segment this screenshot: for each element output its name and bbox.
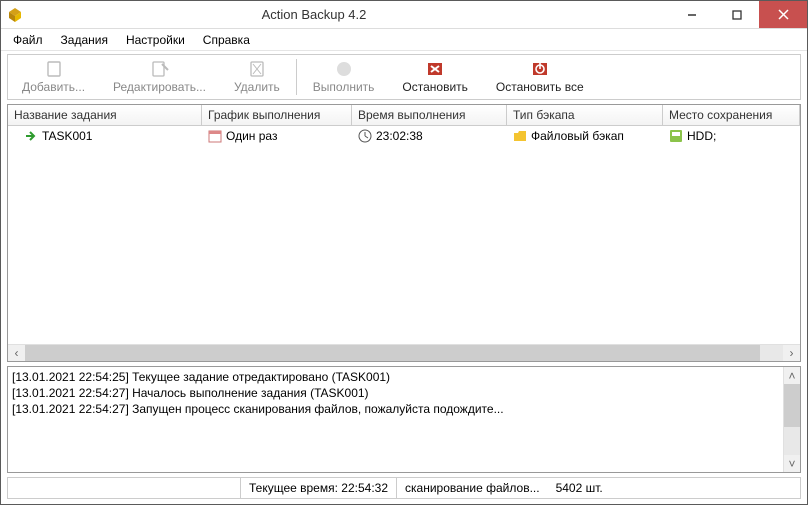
- title-bar: Action Backup 4.2: [1, 1, 807, 29]
- run-button[interactable]: Выполнить: [299, 55, 389, 99]
- toolbar: Добавить... Редактировать... Удалить Вып…: [7, 54, 801, 100]
- arrow-right-icon: [24, 129, 38, 143]
- col-type[interactable]: Тип бэкапа: [507, 105, 663, 125]
- log-line: [13.01.2021 22:54:25] Текущее задание от…: [12, 369, 796, 385]
- clock-icon: [358, 129, 372, 143]
- cell-time: 23:02:38: [376, 129, 423, 143]
- stop-all-label: Остановить все: [496, 80, 584, 94]
- table-body: TASK001 Один раз 23:02:38 Файловый бэкап…: [8, 126, 800, 344]
- menu-file[interactable]: Файл: [5, 31, 51, 49]
- col-name[interactable]: Название задания: [8, 105, 202, 125]
- col-schedule[interactable]: График выполнения: [202, 105, 352, 125]
- window-title: Action Backup 4.2: [29, 7, 599, 22]
- menu-tasks[interactable]: Задания: [53, 31, 116, 49]
- maximize-button[interactable]: [714, 1, 759, 28]
- disk-icon: [669, 129, 683, 143]
- edit-icon: [150, 60, 170, 78]
- close-button[interactable]: [759, 1, 807, 28]
- app-icon: [7, 7, 23, 23]
- run-label: Выполнить: [313, 80, 375, 94]
- run-icon: [334, 60, 354, 78]
- add-icon: [44, 60, 64, 78]
- status-time: Текущее время: 22:54:32: [240, 478, 396, 498]
- edit-label: Редактировать...: [113, 80, 206, 94]
- edit-button[interactable]: Редактировать...: [99, 55, 220, 99]
- col-dest[interactable]: Место сохранения: [663, 105, 800, 125]
- status-time-label: Текущее время:: [249, 481, 338, 495]
- stop-all-button[interactable]: Остановить все: [482, 55, 598, 99]
- status-process: сканирование файлов...: [396, 478, 548, 498]
- table-header: Название задания График выполнения Время…: [8, 105, 800, 126]
- log-line: [13.01.2021 22:54:27] Запущен процесс ск…: [12, 401, 796, 417]
- scroll-thumb[interactable]: [784, 384, 800, 427]
- log-line: [13.01.2021 22:54:27] Началось выполнени…: [12, 385, 796, 401]
- folder-icon: [513, 129, 527, 143]
- vertical-scrollbar[interactable]: ˄ ˅: [783, 367, 800, 472]
- delete-icon: [247, 60, 267, 78]
- log-panel: [13.01.2021 22:54:25] Текущее задание от…: [7, 366, 801, 473]
- stop-button[interactable]: Остановить: [388, 55, 482, 99]
- cell-type: Файловый бэкап: [531, 129, 624, 143]
- stop-icon: [425, 60, 445, 78]
- cell-name: TASK001: [42, 129, 92, 143]
- delete-label: Удалить: [234, 80, 280, 94]
- add-button[interactable]: Добавить...: [8, 55, 99, 99]
- menu-settings[interactable]: Настройки: [118, 31, 193, 49]
- scroll-up-icon[interactable]: ˄: [784, 367, 800, 384]
- minimize-button[interactable]: [669, 1, 714, 28]
- scroll-right-icon[interactable]: ›: [783, 345, 800, 362]
- status-count: 5402 шт.: [548, 478, 611, 498]
- delete-button[interactable]: Удалить: [220, 55, 294, 99]
- toolbar-separator: [296, 59, 297, 95]
- task-table: Название задания График выполнения Время…: [7, 104, 801, 362]
- scroll-down-icon[interactable]: ˅: [784, 455, 800, 472]
- menu-help[interactable]: Справка: [195, 31, 258, 49]
- window-controls: [669, 1, 807, 28]
- cell-dest: HDD;: [687, 129, 716, 143]
- scroll-left-icon[interactable]: ‹: [8, 345, 25, 362]
- menu-bar: Файл Задания Настройки Справка: [1, 29, 807, 51]
- scroll-thumb[interactable]: [25, 345, 760, 361]
- stop-all-icon: [530, 60, 550, 78]
- table-row[interactable]: TASK001 Один раз 23:02:38 Файловый бэкап…: [8, 126, 800, 146]
- add-label: Добавить...: [22, 80, 85, 94]
- status-time-value: 22:54:32: [341, 481, 388, 495]
- horizontal-scrollbar[interactable]: ‹ ›: [8, 344, 800, 361]
- calendar-icon: [208, 129, 222, 143]
- col-time[interactable]: Время выполнения: [352, 105, 507, 125]
- cell-schedule: Один раз: [226, 129, 277, 143]
- status-bar: Текущее время: 22:54:32 сканирование фай…: [7, 477, 801, 499]
- stop-label: Остановить: [402, 80, 468, 94]
